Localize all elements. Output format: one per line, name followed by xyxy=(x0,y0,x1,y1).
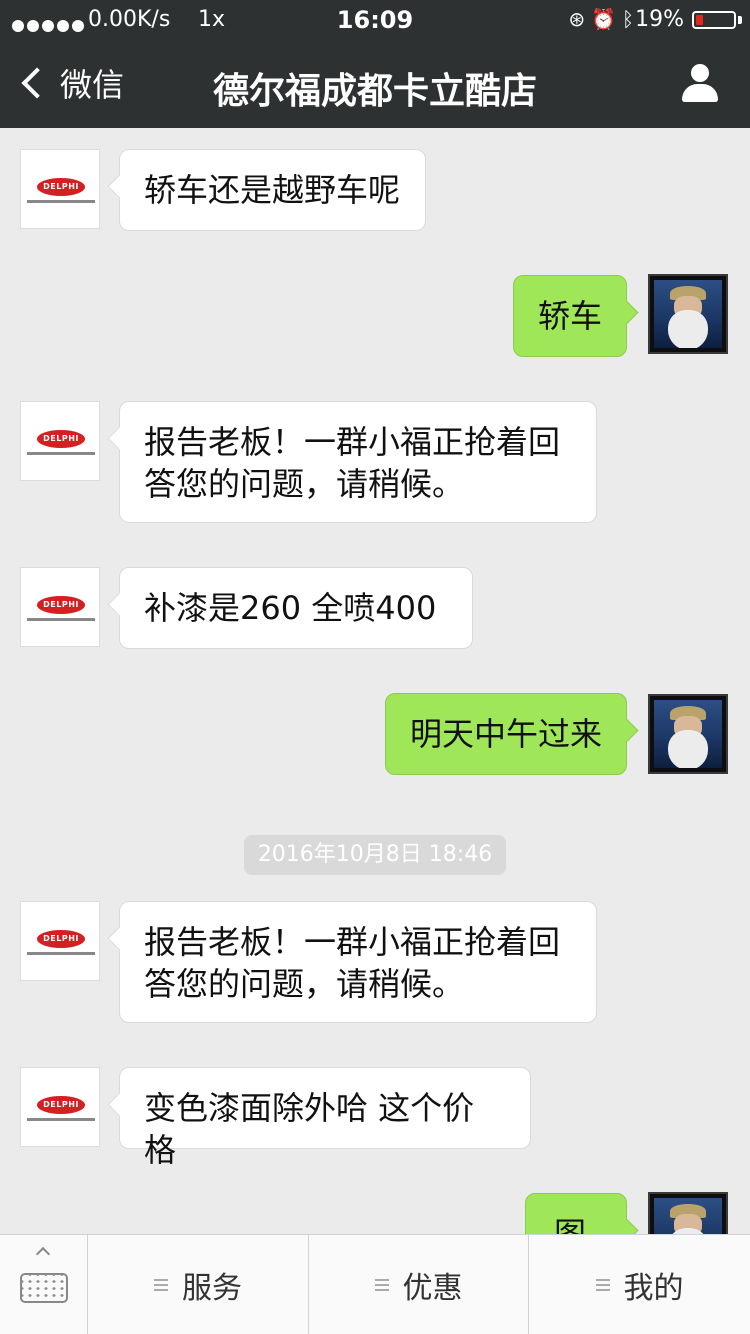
user-avatar[interactable] xyxy=(648,274,728,354)
alarm-icon: ⏰ xyxy=(591,7,622,31)
message-sent: 明天中午过来 xyxy=(0,688,750,788)
lock-rotation-icon: ⊛ xyxy=(568,7,592,31)
top-bar: 0.00K/s 1x 16:09 ⊛⏰ᛒ 19% 微信 德尔福成都卡立酷店 xyxy=(0,0,750,128)
message-received: DELPHI 报告老板！一群小福正抢着回 答您的问题，请稍候。 xyxy=(0,398,750,528)
message-sent: 轿车 xyxy=(0,268,750,368)
message-bubble[interactable]: 图 xyxy=(525,1193,627,1234)
message-bubble[interactable]: 报告老板！一群小福正抢着回 答您的问题，请稍候。 xyxy=(119,401,597,523)
message-received: DELPHI 变色漆面除外哈 这个价格 xyxy=(0,1058,750,1169)
shop-avatar[interactable]: DELPHI xyxy=(20,401,100,481)
message-bubble[interactable]: 补漆是260 全喷400 xyxy=(119,567,473,649)
message-bubble[interactable]: 轿车还是越野车呢 xyxy=(119,149,426,231)
chevron-up-icon xyxy=(35,1246,51,1262)
chat-area[interactable]: DELPHI 轿车还是越野车呢 轿车 DELPHI 报告老板！一群小福正抢着回 … xyxy=(0,128,750,1234)
status-bar: 0.00K/s 1x 16:09 ⊛⏰ᛒ 19% xyxy=(0,0,750,40)
message-sent: 图 xyxy=(0,1188,750,1234)
shop-avatar[interactable]: DELPHI xyxy=(20,901,100,981)
bottom-menu: 服务 优惠 我的 xyxy=(0,1234,750,1334)
menu-item-mine[interactable]: 我的 xyxy=(529,1235,750,1334)
shop-avatar[interactable]: DELPHI xyxy=(20,567,100,647)
profile-button[interactable] xyxy=(680,64,720,104)
battery-icon xyxy=(692,11,736,29)
nav-bar: 微信 德尔福成都卡立酷店 xyxy=(0,40,750,128)
page-title: 德尔福成都卡立酷店 xyxy=(212,71,537,112)
message-bubble[interactable]: 报告老板！一群小福正抢着回 答您的问题，请稍候。 xyxy=(119,901,597,1023)
menu-item-offers[interactable]: 优惠 xyxy=(309,1235,529,1334)
user-avatar[interactable] xyxy=(648,1192,728,1234)
menu-lines-icon xyxy=(154,1278,168,1291)
message-received: DELPHI 报告老板！一群小福正抢着回 答您的问题，请稍候。 xyxy=(0,898,750,1028)
message-received: DELPHI 轿车还是越野车呢 xyxy=(0,128,750,238)
keyboard-icon xyxy=(20,1273,68,1303)
menu-lines-icon xyxy=(595,1278,610,1291)
menu-lines-icon xyxy=(374,1278,389,1291)
menu-item-services[interactable]: 服务 xyxy=(88,1235,309,1334)
user-avatar[interactable] xyxy=(648,694,728,774)
timestamp: 2016年10月8日 18:46 xyxy=(244,835,506,875)
person-icon xyxy=(691,64,709,82)
shop-avatar[interactable]: DELPHI xyxy=(20,149,100,229)
message-bubble[interactable]: 变色漆面除外哈 这个价格 xyxy=(119,1067,531,1169)
battery-fill xyxy=(696,15,703,25)
shop-avatar[interactable]: DELPHI xyxy=(20,1067,100,1147)
message-received: DELPHI 补漆是260 全喷400 xyxy=(0,558,750,658)
message-bubble[interactable]: 明天中午过来 xyxy=(385,693,627,775)
delphi-logo: DELPHI xyxy=(37,178,85,196)
battery-percent: 19% xyxy=(635,7,684,32)
keyboard-toggle-button[interactable] xyxy=(0,1235,88,1334)
message-bubble[interactable]: 轿车 xyxy=(513,275,627,357)
